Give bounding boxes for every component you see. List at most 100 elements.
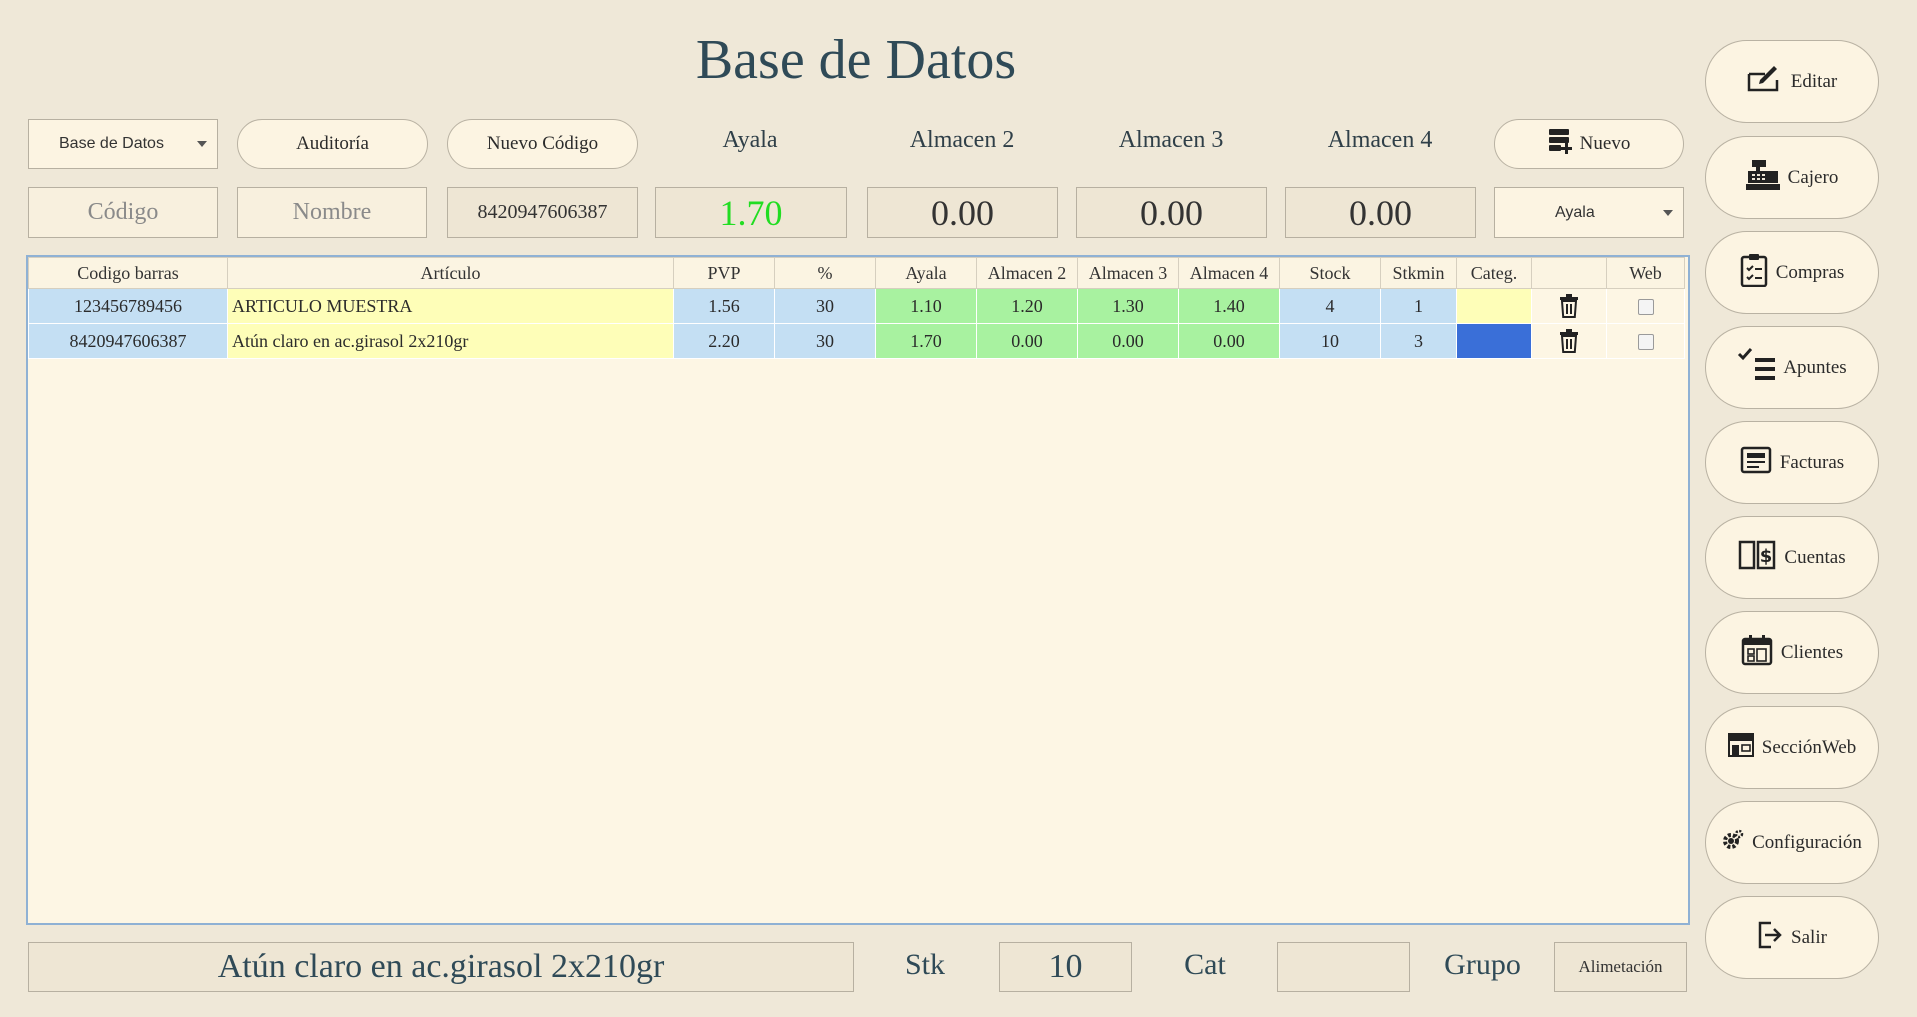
almacen-3-price-value: 0.00 — [1140, 192, 1203, 233]
compras-label: Compras — [1775, 261, 1845, 283]
chevron-down-icon — [197, 141, 207, 147]
cell-stkmin[interactable]: 3 — [1380, 323, 1457, 359]
store-select[interactable]: Ayala — [1494, 187, 1684, 238]
gear-icon — [1722, 829, 1744, 857]
nombre-field[interactable]: Nombre — [237, 187, 427, 238]
facturas-label: Facturas — [1779, 451, 1845, 473]
almacen-4-price-value: 0.00 — [1349, 192, 1412, 233]
cuentas-button[interactable]: $ Cuentas — [1705, 516, 1879, 599]
auditoria-button[interactable]: Auditoría — [237, 119, 428, 169]
delete-row-button[interactable] — [1531, 288, 1607, 324]
nuevo-codigo-button[interactable]: Nuevo Código — [447, 119, 638, 169]
calendar-icon — [1741, 634, 1773, 672]
warehouse-label-almacen-3: Almacen 3 — [1118, 127, 1224, 153]
cell-articulo[interactable]: Atún claro en ac.girasol 2x210gr — [227, 323, 674, 359]
invoice-icon — [1740, 446, 1772, 480]
cell-almacen-4[interactable]: 0.00 — [1178, 323, 1280, 359]
col-header-almacen-2[interactable]: Almacen 2 — [976, 257, 1078, 289]
cash-register-icon — [1745, 159, 1780, 197]
table-row[interactable]: 123456789456 ARTICULO MUESTRA 1.56 30 1.… — [28, 288, 1685, 324]
col-header-codigo[interactable]: Codigo barras — [28, 257, 228, 289]
compras-button[interactable]: Compras — [1705, 231, 1879, 314]
cell-almacen-2[interactable]: 1.20 — [976, 288, 1078, 324]
cell-almacen-3[interactable]: 0.00 — [1077, 323, 1179, 359]
grupo-label: Grupo — [1444, 948, 1521, 981]
cell-stock[interactable]: 10 — [1279, 323, 1381, 359]
cell-almacen-3[interactable]: 1.30 — [1077, 288, 1179, 324]
codigo-placeholder: Código — [87, 199, 159, 225]
articles-grid[interactable]: Codigo barras Artículo PVP % Ayala Almac… — [26, 255, 1690, 925]
cell-stock[interactable]: 4 — [1279, 288, 1381, 324]
almacen-2-price-display: 0.00 — [867, 187, 1058, 238]
apuntes-button[interactable]: Apuntes — [1705, 326, 1879, 409]
stk-display: 10 — [999, 942, 1132, 992]
col-header-pct[interactable]: % — [774, 257, 876, 289]
cell-articulo[interactable]: ARTICULO MUESTRA — [227, 288, 674, 324]
clientes-label: Clientes — [1780, 641, 1844, 663]
cell-stkmin[interactable]: 1 — [1380, 288, 1457, 324]
cell-ayala[interactable]: 1.70 — [875, 323, 977, 359]
cell-pvp[interactable]: 2.20 — [673, 323, 775, 359]
trash-icon — [1559, 329, 1579, 353]
cat-label: Cat — [1184, 948, 1226, 981]
facturas-button[interactable]: Facturas — [1705, 421, 1879, 504]
cell-categ[interactable] — [1456, 323, 1532, 359]
database-select[interactable]: Base de Datos — [28, 119, 218, 169]
storefront-icon — [1727, 732, 1754, 763]
col-header-articulo[interactable]: Artículo — [227, 257, 674, 289]
cell-almacen-2[interactable]: 0.00 — [976, 323, 1078, 359]
col-header-stkmin[interactable]: Stkmin — [1380, 257, 1457, 289]
nuevo-button[interactable]: Nuevo — [1494, 119, 1684, 169]
accounts-book-icon: $ — [1738, 540, 1776, 576]
cell-pvp[interactable]: 1.56 — [673, 288, 775, 324]
page-title: Base de Datos — [695, 29, 1017, 91]
cell-pct[interactable]: 30 — [774, 323, 876, 359]
delete-row-button[interactable] — [1531, 323, 1607, 359]
ayala-price-display: 1.70 — [655, 187, 847, 238]
col-header-ayala[interactable]: Ayala — [875, 257, 977, 289]
table-header-row: Codigo barras Artículo PVP % Ayala Almac… — [28, 257, 1685, 289]
seccion-web-button[interactable]: SecciónWeb — [1705, 706, 1879, 789]
checkbox-icon — [1637, 334, 1654, 351]
checkbox-icon — [1637, 299, 1654, 316]
col-header-web[interactable]: Web — [1606, 257, 1685, 289]
store-select-value: Ayala — [1555, 203, 1595, 221]
barcode-field[interactable]: 8420947606387 — [447, 187, 638, 238]
cajero-button[interactable]: Cajero — [1705, 136, 1879, 219]
col-header-delete — [1531, 257, 1607, 289]
cell-categ[interactable] — [1456, 288, 1532, 324]
salir-button[interactable]: Salir — [1705, 896, 1879, 979]
clientes-button[interactable]: Clientes — [1705, 611, 1879, 694]
almacen-2-price-value: 0.00 — [931, 192, 994, 233]
warehouse-label-ayala: Ayala — [722, 127, 778, 153]
cajero-label: Cajero — [1787, 166, 1839, 188]
chevron-down-icon — [1663, 209, 1673, 216]
table-row[interactable]: 8420947606387 Atún claro en ac.girasol 2… — [28, 323, 1685, 359]
warehouse-label-almacen-4: Almacen 4 — [1327, 127, 1433, 153]
configuracion-button[interactable]: Configuración — [1705, 801, 1879, 884]
almacen-3-price-display: 0.00 — [1076, 187, 1267, 238]
almacen-4-price-display: 0.00 — [1285, 187, 1476, 238]
cell-pct[interactable]: 30 — [774, 288, 876, 324]
database-select-value: Base de Datos — [59, 135, 164, 152]
ayala-price-value: 1.70 — [719, 192, 783, 233]
grupo-value: Alimetación — [1578, 957, 1663, 976]
col-header-categ[interactable]: Categ. — [1456, 257, 1532, 289]
seccion-web-label: SecciónWeb — [1761, 736, 1857, 758]
stk-value: 10 — [1048, 948, 1083, 985]
exit-icon — [1757, 921, 1783, 955]
apuntes-label: Apuntes — [1783, 356, 1847, 378]
col-header-almacen-4[interactable]: Almacen 4 — [1178, 257, 1280, 289]
cell-codigo[interactable]: 123456789456 — [28, 288, 228, 324]
col-header-almacen-3[interactable]: Almacen 3 — [1077, 257, 1179, 289]
article-name-display: Atún claro en ac.girasol 2x210gr — [28, 942, 854, 992]
web-checkbox[interactable] — [1606, 288, 1685, 324]
cell-codigo[interactable]: 8420947606387 — [28, 323, 228, 359]
cell-almacen-4[interactable]: 1.40 — [1178, 288, 1280, 324]
web-checkbox[interactable] — [1606, 323, 1685, 359]
cell-ayala[interactable]: 1.10 — [875, 288, 977, 324]
col-header-pvp[interactable]: PVP — [673, 257, 775, 289]
col-header-stock[interactable]: Stock — [1279, 257, 1381, 289]
editar-button[interactable]: Editar — [1705, 40, 1879, 123]
codigo-field[interactable]: Código — [28, 187, 218, 238]
